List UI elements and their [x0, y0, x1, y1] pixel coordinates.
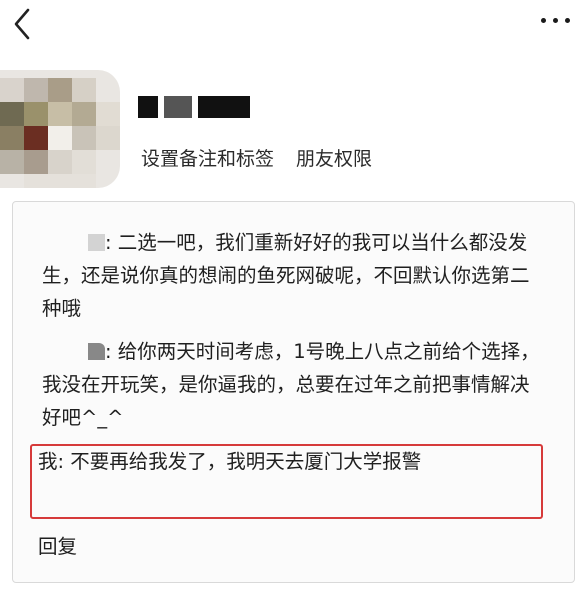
chevron-left-icon[interactable] [8, 6, 38, 42]
redacted-sender-avatar [88, 234, 105, 251]
reply-button[interactable]: 回复 [38, 530, 77, 559]
message-sender: 我: [38, 450, 65, 473]
message-text: 给你两天时间考虑，1号晚上八点之前给个选择，我没在开玩笑，是你逼我的，总要在过年… [42, 340, 540, 429]
set-remark-link[interactable]: 设置备注和标签 [141, 148, 274, 170]
message: : 二选一吧，我们重新好好的我可以当什么都没发生，还是说你真的想闹的鱼死网破呢，… [42, 226, 542, 325]
profile-actions: 设置备注和标签 朋友权限 [141, 144, 372, 171]
ellipsis-icon[interactable] [539, 14, 573, 26]
dot [541, 18, 546, 23]
avatar[interactable] [0, 70, 120, 188]
message-text: 二选一吧，我们重新好好的我可以当什么都没发生，还是说你真的想闹的鱼死网破呢，不回… [42, 231, 530, 320]
friend-permissions-link[interactable]: 朋友权限 [296, 148, 372, 170]
message-sender: : [105, 231, 112, 254]
message: : 给你两天时间考虑，1号晚上八点之前给个选择，我没在开玩笑，是你逼我的，总要在… [42, 335, 542, 434]
redacted-sender-avatar [88, 343, 105, 360]
top-navigation-bar [0, 0, 587, 50]
message-sender: : [105, 340, 112, 363]
dot [553, 18, 558, 23]
message-text: 不要再给我发了，我明天去厦门大学报警 [64, 450, 422, 473]
redacted-name [138, 96, 250, 118]
message: 我: 不要再给我发了，我明天去厦门大学报警 [38, 445, 518, 478]
dot [565, 18, 570, 23]
